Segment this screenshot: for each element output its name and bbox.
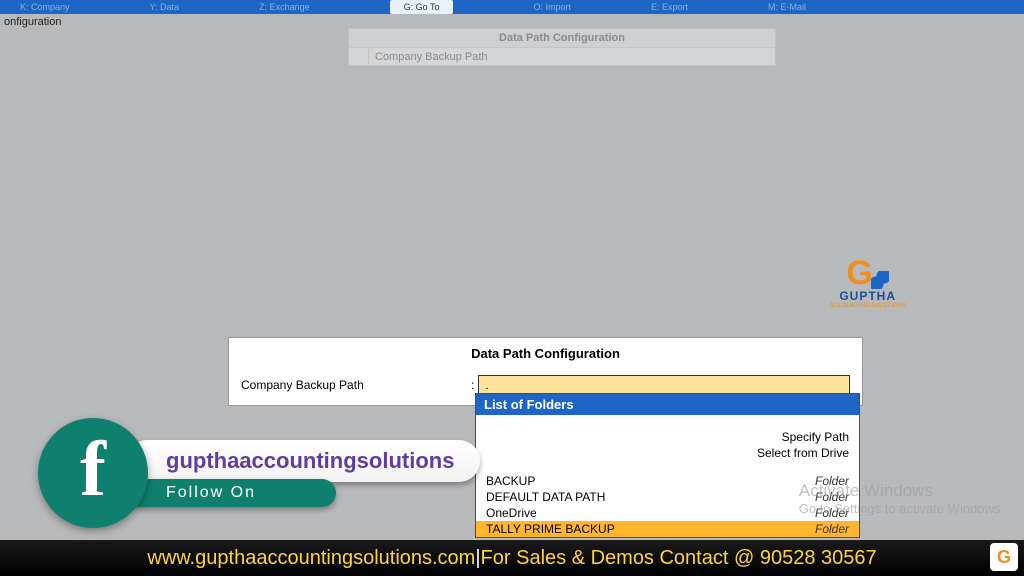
menu-goto[interactable]: G: Go To: [390, 0, 454, 14]
footer-bar: www.gupthaaccountingsolutions.com | For …: [0, 540, 1024, 576]
bg-row-label: Company Backup Path: [369, 51, 775, 63]
menu-exchange[interactable]: Z: Exchange: [259, 2, 310, 12]
menu-export[interactable]: E: Export: [651, 2, 688, 12]
social-overlay: f gupthaaccountingsolutions Follow On: [38, 418, 480, 528]
folder-name: OneDrive: [486, 506, 815, 520]
dropdown-header: List of Folders: [476, 394, 859, 415]
menu-email[interactable]: M: E-Mail: [768, 2, 806, 12]
folder-name: DEFAULT DATA PATH: [486, 490, 815, 504]
brand-name: GUPTHA: [829, 289, 906, 303]
colon: :: [471, 378, 474, 392]
folder-name: TALLY PRIME BACKUP: [486, 522, 815, 536]
top-menu-bar: K: Company Y: Data Z: Exchange G: Go To …: [0, 0, 1024, 14]
folder-type: Folder: [815, 522, 849, 536]
watermark-title: Activate Windows: [799, 481, 1004, 501]
bg-panel-title: Data Path Configuration: [349, 29, 775, 47]
option-select-drive[interactable]: Select from Drive: [476, 445, 849, 461]
watermark-sub: Go to Settings to activate Windows.: [799, 501, 1004, 516]
background-panel: Data Path Configuration Company Backup P…: [348, 28, 776, 66]
backup-path-input[interactable]: [478, 375, 850, 395]
panel-title: Data Path Configuration: [229, 338, 862, 375]
windows-watermark: Activate Windows Go to Settings to activ…: [799, 481, 1004, 516]
menu-data[interactable]: Y: Data: [150, 2, 180, 12]
menu-import[interactable]: O: Import: [533, 2, 571, 12]
menu-company[interactable]: K: Company: [20, 2, 70, 12]
brand-sub: ACCOUNTING SOLUTIONS: [829, 303, 906, 309]
facebook-icon: f: [38, 418, 148, 528]
backup-path-label: Company Backup Path: [241, 378, 471, 392]
option-specify-path[interactable]: Specify Path: [476, 429, 849, 445]
list-item-selected[interactable]: TALLY PRIME BACKUP Folder: [476, 521, 859, 537]
folder-name: BACKUP: [486, 474, 815, 488]
folder-list-dropdown: List of Folders Specify Path Select from…: [475, 393, 860, 538]
brand-logo: G GUPTHA ACCOUNTING SOLUTIONS: [829, 258, 906, 309]
bg-checkbox: [349, 48, 369, 66]
footer-site: www.gupthaaccountingsolutions.com: [147, 547, 475, 570]
corner-logo: G: [990, 543, 1018, 571]
footer-contact: For Sales & Demos Contact @ 90528 30567: [481, 547, 877, 570]
follow-on-label: Follow On: [126, 479, 336, 507]
leaf-icon: [871, 271, 889, 289]
social-handle: gupthaaccountingsolutions: [126, 440, 480, 482]
